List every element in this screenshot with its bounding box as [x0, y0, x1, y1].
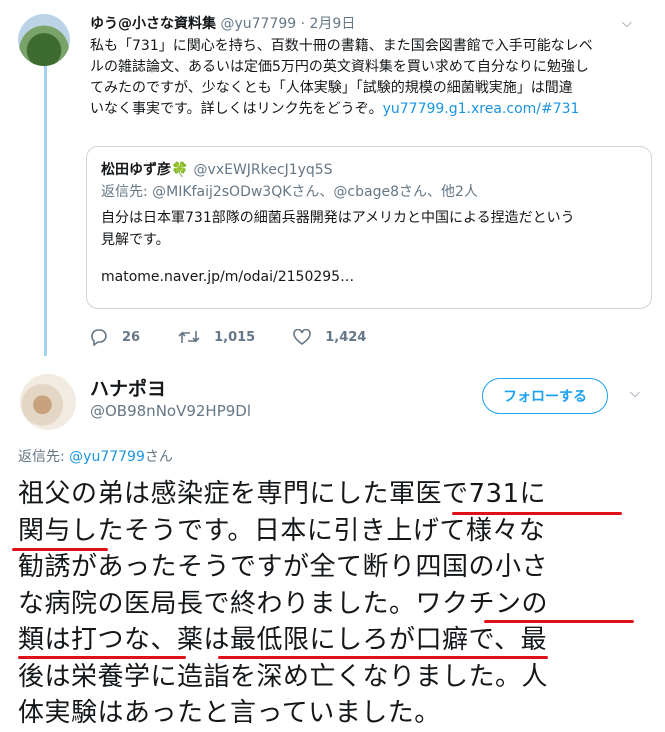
follow-button[interactable]: フォローする: [482, 378, 608, 414]
thread-connector-line: [44, 66, 47, 356]
red-underline-annotation: [18, 656, 186, 659]
reply-button[interactable]: 26: [90, 328, 140, 346]
retweet-count: 1,015: [214, 329, 256, 345]
like-button[interactable]: 1,424: [293, 328, 367, 346]
red-underline-annotation: [452, 512, 622, 515]
heart-icon: [293, 328, 312, 345]
reply-count: 26: [122, 329, 141, 345]
quote-text: 自分は日本軍731部隊の細菌兵器開発はアメリカと中国による捏造だという 見解です…: [101, 210, 575, 248]
quote-author-name: 松田ゆず彦: [101, 162, 171, 178]
tweet1-actions: 26 1,015 1,424: [90, 328, 404, 346]
retweet-icon: [178, 331, 200, 343]
retweet-button[interactable]: 1,015: [178, 329, 255, 345]
reply-to: 返信先: @yu77799さん: [18, 449, 173, 465]
like-count: 1,424: [325, 329, 367, 345]
avatar-yu[interactable]: [18, 14, 70, 66]
tweet1-date[interactable]: · 2月9日: [301, 16, 356, 32]
tweet1-text: 私も「731」に関心を持ち、百数十冊の書籍、また国会図書館で入手可能なレベ ルの…: [90, 38, 593, 117]
clover-icon: 🍀: [171, 162, 189, 178]
tweet1-link[interactable]: yu77799.g1.xrea.com/#731: [383, 101, 580, 117]
red-underline-annotation: [218, 656, 548, 659]
tweet2-author-name[interactable]: ハナポヨ: [90, 374, 166, 401]
quote-url[interactable]: matome.naver.jp/m/odai/2150295…: [101, 269, 637, 285]
reply-to-handle[interactable]: @yu77799: [69, 449, 145, 465]
quote-reply-to: 返信先: @MIKfaij2sODw3QKさん、@cbage8さん、他2人: [101, 184, 478, 200]
tweet1-author-handle[interactable]: @yu77799: [220, 16, 296, 32]
tweet2-author-handle[interactable]: @OB98nNoV92HP9Dl: [90, 402, 251, 420]
chevron-down-icon[interactable]: ⌵: [622, 16, 632, 31]
avatar-hanapoyo[interactable]: [20, 374, 76, 430]
quote-author-handle: @vxEWJRkecJ1yq5S: [193, 162, 333, 178]
tweet-1: ゆう@小さな資料集 @yu77799 · 2月9日 私も「731」に関心を持ち、…: [90, 14, 650, 120]
reply-icon: [91, 329, 107, 346]
quoted-tweet[interactable]: 松田ゆず彦🍀 @vxEWJRkecJ1yq5S 返信先: @MIKfaij2sO…: [86, 146, 652, 309]
red-underline-annotation: [484, 620, 634, 623]
tweet1-author-name[interactable]: ゆう@小さな資料集: [90, 16, 216, 32]
chevron-down-icon[interactable]: ⌵: [630, 386, 640, 401]
red-underline-annotation: [12, 548, 108, 551]
